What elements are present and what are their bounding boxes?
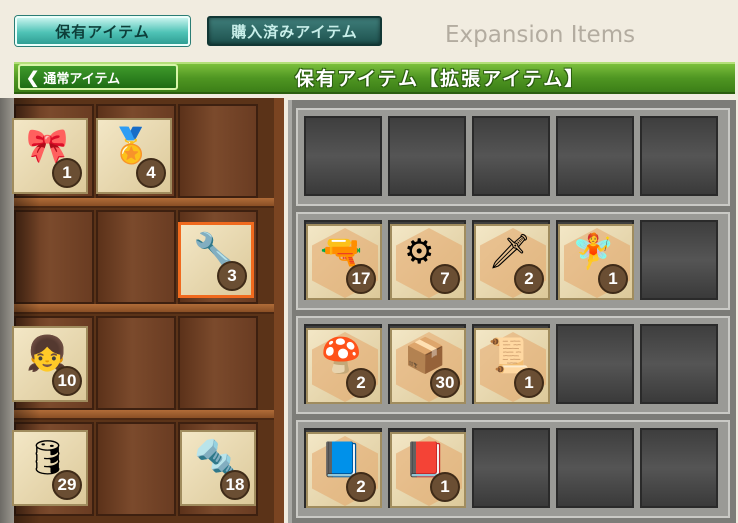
item-count-badge: 3 [217,261,247,291]
shelf-slot [178,104,258,198]
back-button-label: 通常アイテム [43,71,121,87]
shelf-slot [304,116,382,196]
item-count-badge: 2 [346,472,376,502]
normal-items-back-button[interactable]: ❮ 通常アイテム [18,64,178,90]
item-count-badge: 1 [514,368,544,398]
item-blue-blueprint[interactable]: 📘 2 [306,432,382,508]
item-ribbon[interactable]: 🎀 1 [12,118,88,194]
item-fairy-crew[interactable]: 🧚 1 [558,224,634,300]
tab-owned-items[interactable]: 保有アイテム [15,16,190,46]
item-count-badge: 1 [430,472,460,502]
item-torpedo-tubes[interactable]: 🗡 2 [474,224,550,300]
item-count-badge: 29 [52,470,82,500]
item-count-badge: 2 [514,264,544,294]
shelf-slot [556,428,634,508]
item-tools[interactable]: 🔩 18 [180,430,256,506]
shelf-plank [14,410,274,420]
item-mushroom[interactable]: 🍄 2 [306,328,382,404]
shelf-slot [472,428,550,508]
item-girl-portrait[interactable]: 👧 10 [12,326,88,402]
shelf-slot [556,324,634,404]
shelf-slot [388,116,466,196]
shelf-slot [96,422,176,516]
item-count-badge: 7 [430,264,460,294]
engine-icon: ⚙ [404,232,435,272]
shelf-slot [640,428,718,508]
item-supply-crate[interactable]: 📦 30 [390,328,466,404]
item-medal[interactable]: 🏅 4 [96,118,172,194]
header-title: 保有アイテム【拡張アイテム】 [295,68,586,90]
shelf-slot [640,220,718,300]
shelf-slot [178,316,258,410]
item-count-badge: 1 [52,158,82,188]
item-count-badge: 10 [52,366,82,396]
shelf-slot [472,116,550,196]
shelf-slot [640,116,718,196]
item-repair-girl-selected[interactable]: 🔧 3 [178,222,254,298]
shelf-plank [14,304,274,314]
shelf-slot [96,210,176,304]
metal-shelf-row [296,108,730,206]
item-drum-can[interactable]: 🛢 29 [12,430,88,506]
item-count-badge: 4 [136,158,166,188]
item-count-badge: 2 [346,368,376,398]
item-documents[interactable]: 📜 1 [474,328,550,404]
page-title: Expansion Items [445,22,636,48]
item-red-blueprint[interactable]: 📕 1 [390,432,466,508]
item-count-badge: 1 [598,264,628,294]
item-turret[interactable]: 🔫 17 [306,224,382,300]
shelf-slot [96,316,176,410]
item-count-badge: 30 [430,368,460,398]
item-engine[interactable]: ⚙ 7 [390,224,466,300]
item-count-badge: 18 [220,470,250,500]
shelf-slot [640,324,718,404]
tab-purchased-items[interactable]: 購入済みアイテム [207,16,382,46]
chevron-left-icon: ❮ [26,67,40,87]
shelf-slot [556,116,634,196]
item-count-badge: 17 [346,264,376,294]
shelf-plank [14,198,274,208]
